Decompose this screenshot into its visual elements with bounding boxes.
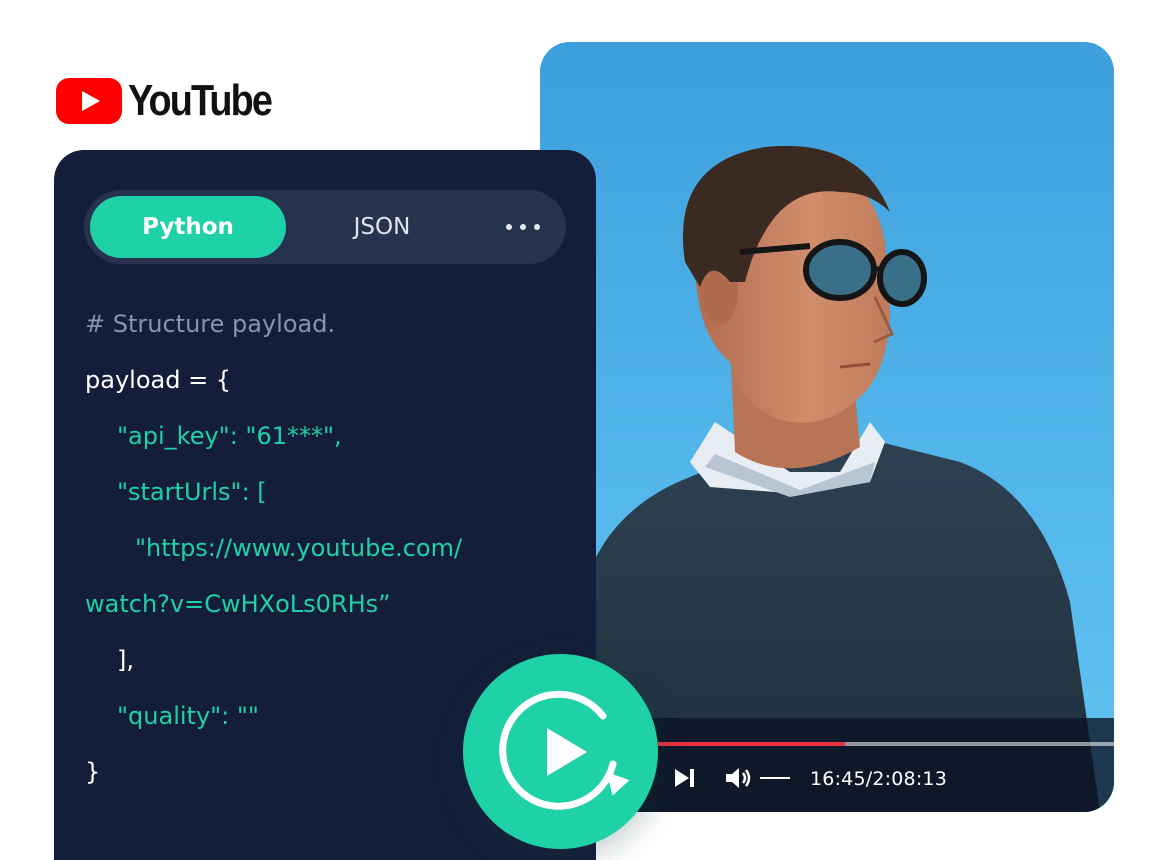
code-line: }: [85, 758, 101, 786]
code-line: "startUrls": [: [117, 478, 267, 506]
code-line: payload = {: [85, 366, 232, 394]
time-readout: 16:45/2:08:13: [810, 768, 948, 790]
language-tabs: Python JSON: [84, 190, 566, 264]
skip-next-icon[interactable]: [672, 766, 698, 790]
more-dots-icon[interactable]: [506, 216, 540, 238]
code-line: "https://www.youtube.com/: [135, 534, 463, 562]
code-line: "quality": "": [117, 702, 259, 730]
tab-json[interactable]: JSON: [284, 196, 480, 258]
youtube-wordmark: YouTube: [128, 76, 273, 125]
tab-python[interactable]: Python: [90, 196, 286, 258]
volume-icon[interactable]: [724, 766, 752, 790]
code-line: watch?v=CwHXoLs0RHs”: [85, 590, 391, 618]
youtube-logo: YouTube: [56, 76, 294, 126]
refresh-play-button[interactable]: [463, 654, 658, 849]
progress-bar[interactable]: [658, 742, 1114, 746]
refresh-play-icon: [499, 690, 630, 810]
code-line: ],: [117, 646, 134, 674]
youtube-play-icon: [56, 78, 122, 124]
code-line: "api_key": "61***",: [117, 422, 342, 450]
code-line: # Structure payload.: [85, 310, 336, 338]
progress-fill: [658, 742, 845, 746]
volume-slider[interactable]: [760, 777, 790, 779]
code-block: # Structure payload. payload = { "api_key"…: [85, 306, 462, 810]
